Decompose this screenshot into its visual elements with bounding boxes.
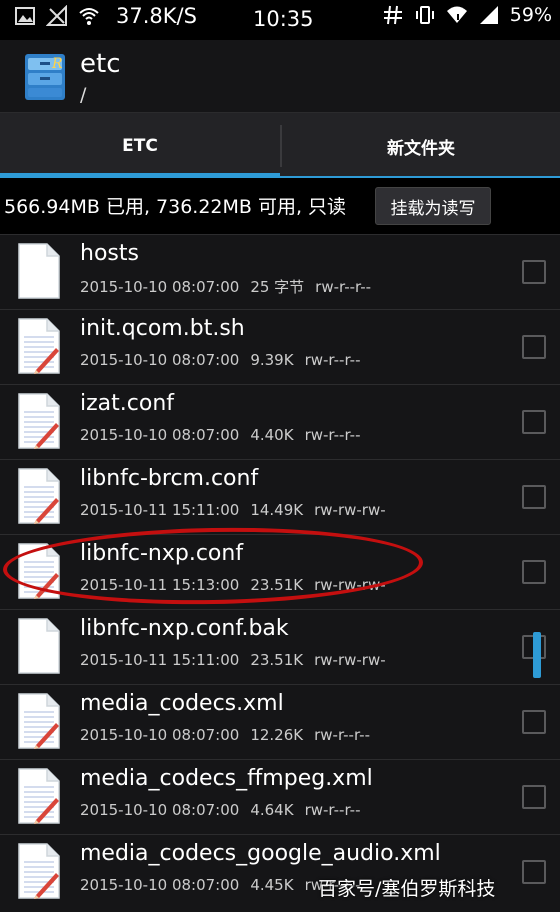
file-size: 4.64K	[250, 801, 294, 819]
current-path: /	[80, 84, 87, 106]
file-meta: 2015-10-10 08:07:00 12.26K rw-r--r--	[80, 726, 381, 744]
file-name: izat.conf	[80, 391, 175, 416]
file-size: 23.51K	[250, 651, 304, 669]
file-date: 2015-10-10 08:07:00	[80, 801, 240, 819]
file-meta: 2015-10-10 08:07:00 4.64K rw-r--r--	[80, 801, 371, 819]
file-meta: 2015-10-10 08:07:00 9.39K rw-r--r--	[80, 351, 371, 369]
storage-info-bar: 566.94MB 已用, 736.22MB 可用, 只读 挂载为读写	[0, 178, 560, 234]
text-file-icon	[16, 392, 62, 450]
status-right: 59%	[382, 4, 552, 26]
status-bar: 37.8K/S 10:35 59%	[0, 0, 560, 40]
file-row[interactable]: libnfc-brcm.conf 2015-10-11 15:11:00 14.49…	[0, 459, 560, 534]
file-size: 9.39K	[250, 351, 294, 369]
blank-file-icon	[16, 242, 62, 300]
network-speed: 37.8K/S	[116, 4, 197, 28]
file-size: 25 字节	[250, 278, 305, 296]
svg-text:R: R	[51, 56, 63, 72]
vibrate-icon	[415, 6, 434, 24]
tab-etc[interactable]: ETC	[0, 113, 280, 179]
file-permissions: rw-r--r--	[304, 801, 361, 819]
clock: 10:35	[253, 7, 314, 31]
file-row[interactable]: izat.conf 2015-10-10 08:07:00 4.40K rw-r--r…	[0, 384, 560, 459]
file-name: hosts	[80, 241, 139, 266]
file-name: libnfc-brcm.conf	[80, 466, 259, 491]
mount-read-write-button[interactable]: 挂载为读写	[375, 187, 491, 225]
image-icon	[15, 7, 35, 25]
file-date: 2015-10-11 15:11:00	[80, 651, 240, 669]
file-permissions: rw-r--r--	[304, 351, 361, 369]
cell-signal-icon	[479, 6, 498, 24]
action-bar: R etc /	[0, 40, 560, 112]
no-signal-icon	[46, 5, 67, 26]
file-permissions: rw-r--r--	[314, 726, 371, 744]
file-meta: 2015-10-11 15:11:00 23.51K rw-rw-rw-	[80, 651, 397, 669]
file-size: 12.26K	[250, 726, 304, 744]
file-permissions: rw-rw-rw-	[314, 501, 386, 519]
file-name: media_codecs.xml	[80, 691, 284, 716]
text-file-icon	[16, 317, 62, 375]
file-select-checkbox[interactable]	[522, 260, 546, 284]
file-row[interactable]: media_codecs_ffmpeg.xml 2015-10-10 08:07:…	[0, 759, 560, 834]
page-title: etc	[80, 49, 121, 79]
wifi-icon	[79, 8, 99, 25]
file-name: media_codecs_ffmpeg.xml	[80, 766, 373, 791]
file-select-checkbox[interactable]	[522, 485, 546, 509]
watermark: 百家号/塞伯罗斯科技	[318, 878, 496, 900]
status-left: 37.8K/S	[14, 4, 197, 28]
scrollbar-thumb[interactable]	[533, 632, 541, 678]
blank-file-icon	[16, 617, 62, 675]
file-date: 2015-10-10 08:07:00	[80, 278, 240, 296]
file-row[interactable]: init.qcom.bt.sh 2015-10-10 08:07:00 9.39K r…	[0, 309, 560, 384]
file-date: 2015-10-10 08:07:00	[80, 426, 240, 444]
file-select-checkbox[interactable]	[522, 710, 546, 734]
file-name: init.qcom.bt.sh	[80, 316, 245, 341]
file-select-checkbox[interactable]	[522, 785, 546, 809]
text-file-icon	[16, 467, 62, 525]
file-date: 2015-10-10 08:07:00	[80, 876, 240, 894]
file-permissions: rw-r--r--	[304, 426, 361, 444]
file-meta: 2015-10-10 08:07:00 4.40K rw-r--r--	[80, 426, 371, 444]
tab-new-folder[interactable]: 新文件夹	[282, 113, 560, 179]
file-select-checkbox[interactable]	[522, 335, 546, 359]
storage-usage: 566.94MB 已用, 736.22MB 可用, 只读	[4, 196, 347, 218]
file-meta: 2015-10-11 15:11:00 14.49K rw-rw-rw-	[80, 501, 397, 519]
text-file-icon	[16, 692, 62, 750]
file-row[interactable]: libnfc-nxp.conf.bak 2015-10-11 15:11:00 23…	[0, 609, 560, 684]
file-size: 14.49K	[250, 501, 304, 519]
file-permissions: rw-rw-rw-	[314, 651, 386, 669]
text-file-icon	[16, 842, 62, 900]
tab-bar: ETC 新文件夹	[0, 112, 560, 179]
file-date: 2015-10-10 08:07:00	[80, 726, 240, 744]
file-meta: 2015-10-10 08:07:00 25 字节 rw-r--r--	[80, 276, 382, 297]
hash-icon	[383, 5, 402, 25]
file-date: 2015-10-11 15:11:00	[80, 501, 240, 519]
file-row[interactable]: hosts 2015-10-10 08:07:00 25 字节 rw-r--r--	[0, 234, 560, 309]
file-select-checkbox[interactable]	[522, 410, 546, 434]
file-select-checkbox[interactable]	[522, 560, 546, 584]
file-name: media_codecs_google_audio.xml	[80, 841, 441, 866]
file-size: 4.40K	[250, 426, 294, 444]
file-size: 4.45K	[250, 876, 294, 894]
text-file-icon	[16, 767, 62, 825]
file-row[interactable]: media_codecs.xml 2015-10-10 08:07:00 12.26…	[0, 684, 560, 759]
file-date: 2015-10-10 08:07:00	[80, 351, 240, 369]
file-name: libnfc-nxp.conf.bak	[80, 616, 289, 641]
battery-percent: 59%	[509, 4, 552, 26]
file-select-checkbox[interactable]	[522, 860, 546, 884]
wifi-signal-icon	[446, 6, 467, 23]
root-explorer-app-icon[interactable]: R	[22, 52, 68, 102]
file-permissions: rw-r--r--	[315, 278, 372, 296]
